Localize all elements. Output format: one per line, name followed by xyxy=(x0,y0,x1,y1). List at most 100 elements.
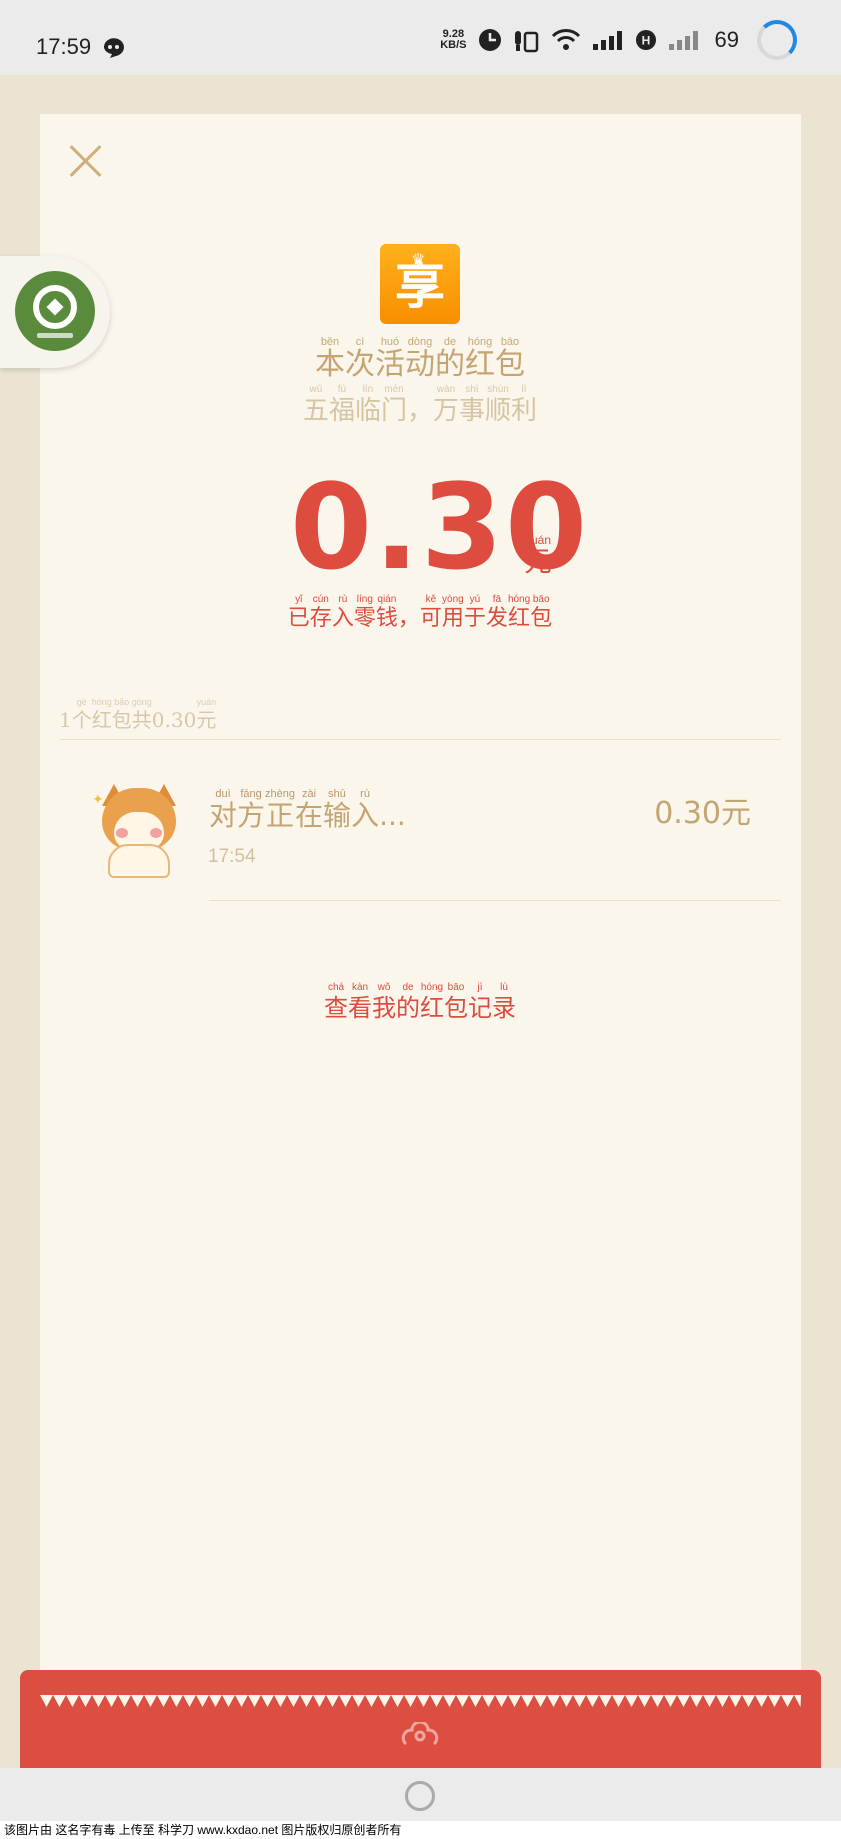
sender-name-hanzi: 入 xyxy=(351,799,380,832)
summary-hanzi: 共 xyxy=(131,708,152,732)
record-time: 17:54 xyxy=(208,846,256,867)
saved-note-pinyin: bāo xyxy=(532,594,550,605)
saved-note-char: yòng 用 xyxy=(442,594,464,632)
status-icons: 9.28 KB/S H 69 xyxy=(440,18,797,62)
sender-name-char: rù 入 xyxy=(351,788,379,832)
summary-char: gòng 共 xyxy=(132,696,152,732)
saved-note-pinyin: fā xyxy=(492,594,502,605)
subtitle-char: ， xyxy=(407,384,433,426)
records-link-char: de 的 xyxy=(396,982,420,1022)
sender-name-char: fāng 方 xyxy=(237,788,265,832)
title-hanzi: 次 xyxy=(345,347,375,382)
subtitle-char: shì 事 xyxy=(459,384,485,426)
summary-pinyin xyxy=(173,696,176,708)
summary-char: yuán 元 xyxy=(196,696,216,732)
subtitle-pinyin: fú xyxy=(337,384,347,395)
amount-unit-char: 元 xyxy=(524,545,553,578)
saved-note-hanzi: ， xyxy=(397,606,420,631)
saved-note-pinyin: líng xyxy=(356,594,373,605)
network-speed: 9.28 KB/S xyxy=(440,29,466,51)
records-link-char: lù 录 xyxy=(492,982,516,1022)
subtitle-char: mén 门 xyxy=(381,384,407,426)
saved-note-char: rù 入 xyxy=(332,594,354,632)
status-bar: 17:59 9.28 KB/S H 69 xyxy=(0,0,841,75)
records-link-hanzi: 的 xyxy=(396,994,420,1022)
subtitle-hanzi: 万 xyxy=(433,396,460,426)
records-link-hanzi: 包 xyxy=(444,994,468,1022)
title-hanzi: 活 xyxy=(375,347,405,382)
saved-note-hanzi: 于 xyxy=(463,606,486,631)
summary-pinyin: bāo xyxy=(114,697,130,707)
blessing-subtitle: wǔ 五 fú 福 lín 临 mén 门 ， wàn 万 shì 事 shùn 顺 lì 利 xyxy=(170,384,670,426)
view-my-records-link[interactable]: chá 查 kàn 看 wǒ 我 de 的 hóng 红 bāo 包 jì 记 lù 录 xyxy=(300,982,540,1022)
records-link-pinyin: wǒ xyxy=(377,982,391,993)
saved-note-pinyin: rù xyxy=(338,594,348,605)
subtitle-pinyin xyxy=(419,384,422,396)
saved-note-hanzi: 用 xyxy=(441,606,464,631)
summary-hanzi: 元 xyxy=(196,708,217,732)
saved-note-char: kě 可 xyxy=(420,594,442,632)
saved-note-char: ， xyxy=(398,594,420,632)
title-char: de 的 xyxy=(435,336,465,382)
saved-note-char: fā 发 xyxy=(486,594,508,632)
floating-assistant-button[interactable] xyxy=(0,256,110,368)
saved-note-hanzi: 可 xyxy=(419,606,442,631)
saved-note-pinyin: kě xyxy=(425,594,437,605)
chat-bubble-icon xyxy=(103,38,124,58)
records-link-pinyin: kàn xyxy=(351,982,369,993)
saved-note-char: yú 于 xyxy=(464,594,486,632)
title-hanzi: 的 xyxy=(435,347,465,382)
subtitle-hanzi: 五 xyxy=(302,396,329,426)
saved-note-pinyin: yǐ xyxy=(295,594,303,605)
saved-note-char: cún 存 xyxy=(310,594,332,632)
records-link-char: wǒ 我 xyxy=(372,982,396,1022)
subtitle-char: wàn 万 xyxy=(433,384,459,426)
saved-note-pinyin: hóng xyxy=(507,594,531,605)
saved-note-hanzi: 入 xyxy=(331,606,354,631)
title-char: bāo 包 xyxy=(495,336,525,382)
battery-level: 69 xyxy=(714,27,739,52)
saved-to-wallet-note[interactable]: yǐ 已 cún 存 rù 入 líng 零 qián 钱 ， kě 可 yòng 用 yú 于 fā 发 hóng… xyxy=(180,594,660,632)
sender-name-hanzi: 对 xyxy=(209,799,238,832)
summary-pinyin: gè xyxy=(76,697,87,707)
saved-note-pinyin: yòng xyxy=(442,594,464,605)
subtitle-hanzi: 事 xyxy=(459,396,486,426)
records-link-pinyin: bāo xyxy=(447,982,465,993)
crown-icon: ♛ xyxy=(411,250,426,269)
sender-name-hanzi: 方 xyxy=(237,799,266,832)
summary-pinyin: hóng xyxy=(91,697,112,707)
svg-text:H: H xyxy=(641,34,650,48)
subtitle-hanzi: 利 xyxy=(511,396,538,426)
records-link-pinyin: de xyxy=(402,982,414,993)
close-icon[interactable] xyxy=(62,138,108,184)
subtitle-char: shùn 顺 xyxy=(485,384,511,426)
sender-name-ellipsis: ... xyxy=(379,799,406,832)
subtitle-hanzi: 福 xyxy=(328,396,355,426)
records-link-pinyin: chá xyxy=(327,982,345,993)
subtitle-char: fú 福 xyxy=(329,384,355,426)
title-hanzi: 红 xyxy=(465,347,495,382)
summary-hanzi: 包 xyxy=(111,708,132,732)
subtitle-char: lì 利 xyxy=(511,384,537,426)
saved-note-hanzi: 零 xyxy=(353,606,376,631)
home-circle-icon[interactable] xyxy=(405,1781,435,1811)
sender-name-char: zhèng 正 xyxy=(265,788,295,832)
summary-char: gè 个 xyxy=(72,696,92,732)
subtitle-pinyin: lín xyxy=(362,384,374,395)
saved-note-char: hóng 红 xyxy=(508,594,530,632)
summary-hanzi: 0.30 xyxy=(151,708,197,732)
records-link-hanzi: 查 xyxy=(324,994,348,1022)
zigzag-edge xyxy=(40,1695,801,1707)
shiba-dog-avatar[interactable]: ✦ xyxy=(90,784,186,880)
subtitle-pinyin: shì xyxy=(465,384,479,395)
title-char: huó 活 xyxy=(375,336,405,382)
battery-ring-icon xyxy=(757,20,797,60)
packet-summary: 1 gè 个 hóng 红 bāo 包 gòng 共 0.30 yuán 元 xyxy=(59,696,216,732)
saved-note-pinyin: cún xyxy=(312,594,329,605)
signal-icon xyxy=(592,31,622,50)
sender-name-char: zài 在 xyxy=(295,788,323,832)
cloud-swirl-icon xyxy=(401,1722,439,1746)
subtitle-hanzi: ， xyxy=(406,396,433,426)
amount-unit: yuán 元 xyxy=(524,534,552,577)
subtitle-hanzi: 门 xyxy=(380,396,407,426)
